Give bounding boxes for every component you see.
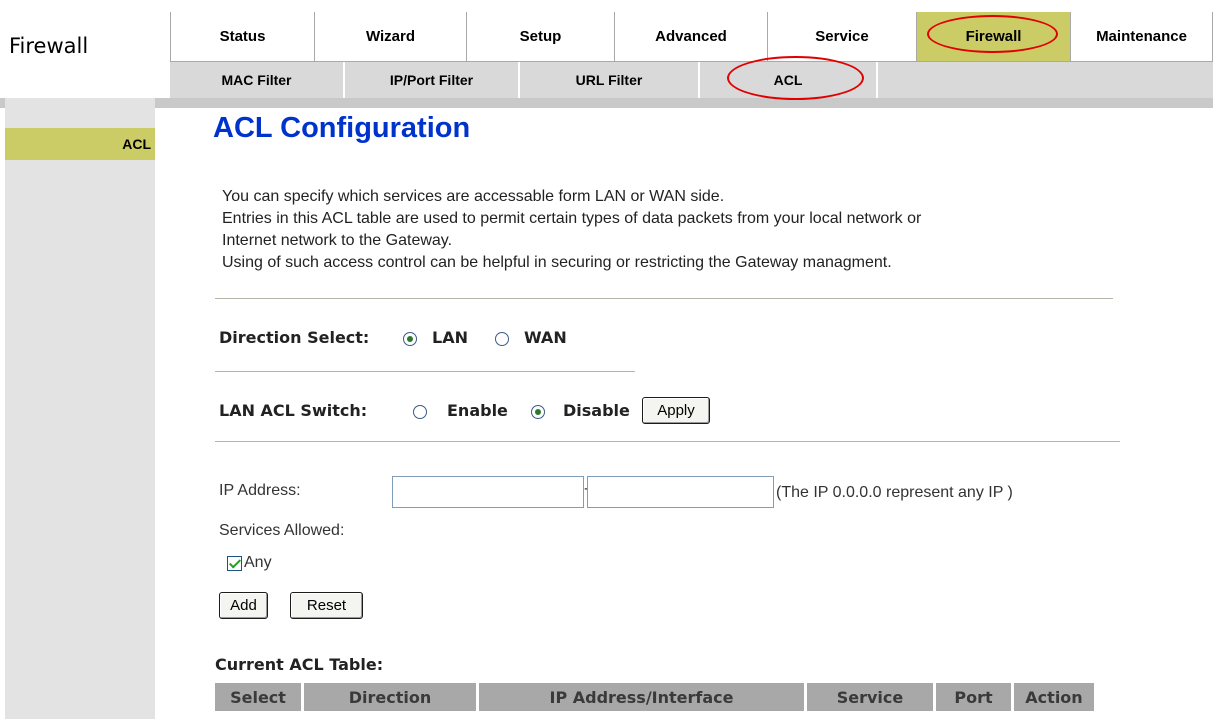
direction-wan-label: WAN <box>524 328 567 347</box>
column-header-service: Service <box>807 683 936 711</box>
reset-button[interactable]: Reset <box>290 592 363 619</box>
sidebar-item-acl[interactable]: ACL <box>5 128 155 160</box>
services-allowed-label: Services Allowed: <box>219 522 345 539</box>
ip-address-label: IP Address: <box>219 482 301 499</box>
subtab-ip-port-filter[interactable]: IP/Port Filter <box>345 62 520 98</box>
divider <box>215 441 1120 442</box>
subtab-url-filter[interactable]: URL Filter <box>520 62 700 98</box>
acl-table-header: Select Direction IP Address/Interface Se… <box>215 683 1094 711</box>
direction-select-label: Direction Select: <box>219 328 370 347</box>
tab-maintenance[interactable]: Maintenance <box>1071 12 1213 62</box>
acl-switch-label: LAN ACL Switch: <box>219 401 368 420</box>
section-title: Firewall <box>9 34 89 58</box>
column-header-ip-address: IP Address/Interface <box>479 683 807 711</box>
tab-status[interactable]: Status <box>171 12 315 62</box>
tab-wizard[interactable]: Wizard <box>315 12 467 62</box>
description-line: Entries in this ACL table are used to pe… <box>222 210 922 227</box>
subtab-acl[interactable]: ACL <box>700 62 878 98</box>
acl-table-title: Current ACL Table: <box>215 655 384 674</box>
direction-lan-label: LAN <box>432 328 468 347</box>
description-line: Internet network to the Gateway. <box>222 232 453 249</box>
sidebar: ACL <box>5 98 155 719</box>
ip-start-input[interactable] <box>392 476 584 508</box>
any-service-checkbox[interactable] <box>227 556 242 571</box>
direction-wan-radio[interactable] <box>495 332 509 346</box>
divider <box>215 298 1113 299</box>
column-header-port: Port <box>936 683 1014 711</box>
tab-setup[interactable]: Setup <box>467 12 615 62</box>
apply-button[interactable]: Apply <box>642 397 710 424</box>
direction-lan-radio[interactable] <box>403 332 417 346</box>
subtab-empty <box>878 62 1213 98</box>
description-line: Using of such access control can be help… <box>222 254 892 271</box>
column-header-select: Select <box>215 683 304 711</box>
description-line: You can specify which services are acces… <box>222 188 725 205</box>
header-divider-strip <box>0 98 1213 108</box>
page-title: ACL Configuration <box>213 112 471 144</box>
acl-switch-enable-label: Enable <box>447 401 508 420</box>
tab-service[interactable]: Service <box>768 12 917 62</box>
add-button[interactable]: Add <box>219 592 268 619</box>
any-service-label: Any <box>244 554 272 571</box>
column-header-action: Action <box>1014 683 1094 711</box>
tab-advanced[interactable]: Advanced <box>615 12 768 62</box>
acl-switch-disable-radio[interactable] <box>531 405 545 419</box>
divider <box>215 371 635 372</box>
ip-hint: (The IP 0.0.0.0 represent any IP ) <box>776 484 1013 501</box>
sub-nav: MAC Filter IP/Port Filter URL Filter ACL <box>170 62 1213 98</box>
tab-firewall[interactable]: Firewall <box>917 12 1071 62</box>
column-header-direction: Direction <box>304 683 479 711</box>
acl-switch-enable-radio[interactable] <box>413 405 427 419</box>
main-nav: Status Wizard Setup Advanced Service Fir… <box>170 12 1213 62</box>
ip-end-input[interactable] <box>587 476 774 508</box>
acl-switch-disable-label: Disable <box>563 401 630 420</box>
subtab-mac-filter[interactable]: MAC Filter <box>170 62 345 98</box>
page-description: You can specify which services are acces… <box>222 186 1122 274</box>
